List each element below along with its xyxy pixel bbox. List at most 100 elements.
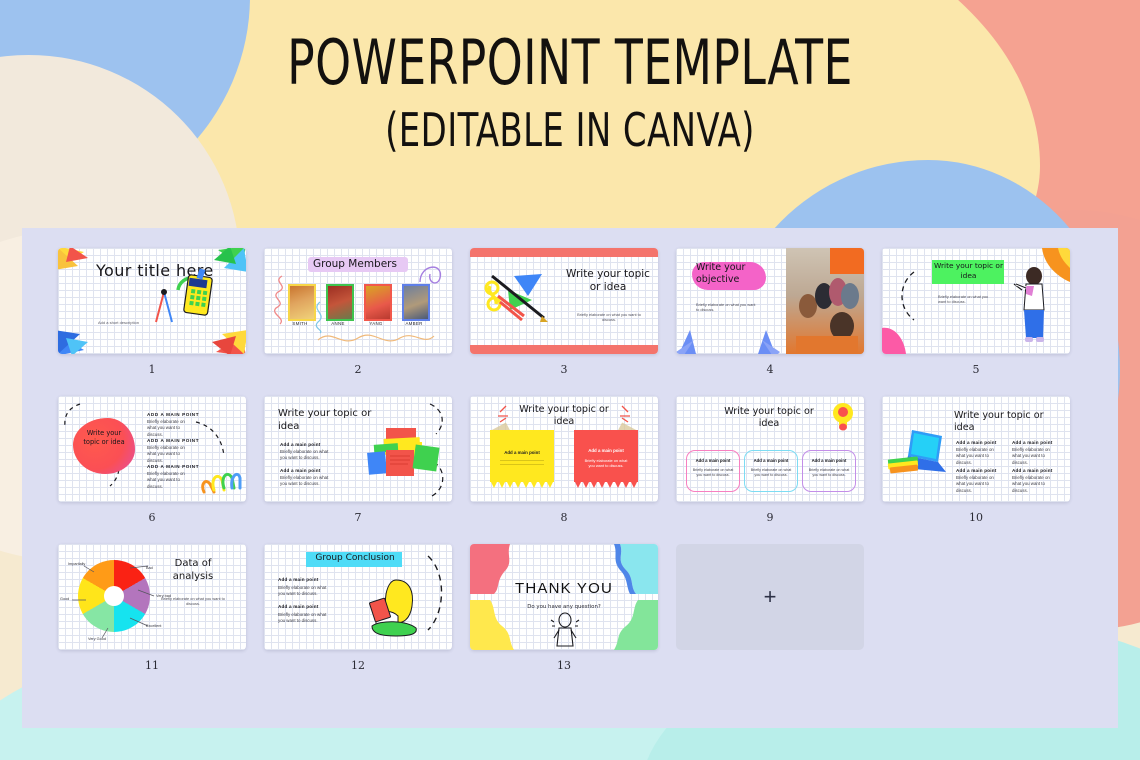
slide-gallery-panel: Your title here Add a short description … [22,228,1118,728]
chart-label: Very Good [88,637,106,641]
slide-title: Write your topic or idea [724,406,814,429]
slide-number: 8 [560,511,568,524]
slide-cell-3[interactable]: Write your topic or idea Briefly elabora… [470,248,658,376]
add-slide-button[interactable]: + [676,544,864,650]
slide-cell-8[interactable]: Write your topic or idea Add a main poin… [470,396,658,524]
point-heading: Add a main point [1012,468,1053,473]
slide-thumbnail-1[interactable]: Your title here Add a short description [58,248,246,354]
slide-subtitle: Briefly elaborate on what you want to di… [161,596,225,606]
leaf-shapes-icon [58,330,88,354]
dashed-arc-icon [901,271,915,321]
member-name: YANG [369,321,383,326]
point-body: Briefly elaborate on what you want to di… [1012,475,1050,493]
sticky-note-red: Add a main point Briefly elaborate on wh… [574,430,638,492]
point-body: Briefly elaborate on what you want to di… [692,468,734,478]
spark-lines-icon [498,405,508,423]
paperclips-icon [201,472,242,494]
slide-cell-9[interactable]: Write your topic or idea Add a main poin… [676,396,864,524]
person-illustration [550,612,580,647]
point-body: Briefly elaborate on what you want to di… [147,471,185,489]
slide-thumbnail-8[interactable]: Write your topic or idea Add a main poin… [470,396,658,502]
slide-title: Write your objective [696,262,746,285]
slide-thumbnail-11[interactable]: Bad Very bad Excellent Very Good Good Im… [58,544,246,650]
slide-thumbnail-10[interactable]: Write your topic or idea Add a main poin… [882,396,1070,502]
member-photo-frame [288,284,316,321]
slide-title: Write your topic or idea [519,404,609,427]
point-body: Briefly elaborate on what you want to di… [280,449,329,461]
slide-thumbnail-9[interactable]: Write your topic or idea Add a main poin… [676,396,864,502]
point-body: Briefly elaborate on what you want to di… [808,468,850,478]
chart-label: Good [60,597,70,601]
point-heading: ADD A MAIN POINT [147,412,200,417]
point-body: Briefly elaborate on what you want to di… [278,612,327,624]
blue-leaf-icon [758,330,780,354]
slide-thumbnail-6[interactable]: Write your topic or idea ADD A MAIN POIN… [58,396,246,502]
team-photo [786,248,864,354]
chart-label: Excellent [146,624,162,628]
slide-title: Write your topic or idea [83,429,125,446]
slide-title: Write your topic or idea [566,268,650,293]
compass-icon [155,289,173,323]
slide-thumbnail-7[interactable]: Write your topic or idea Add a main poin… [264,396,452,502]
scissors-pencil-icon [484,274,548,322]
point-body: Briefly elaborate on what you want to di… [750,468,792,478]
slide-thumbnail-3[interactable]: Write your topic or idea Briefly elabora… [470,248,658,354]
torn-paper-edge-top [470,248,658,257]
point-heading: ADD A MAIN POINT [147,464,200,469]
chart-label: Bad [146,566,153,570]
slide-cell-5[interactable]: Write your topic or idea Briefly elabora… [882,248,1070,376]
page-title: POWERPOINT TEMPLATE (EDITABLE IN CANVA) [0,28,1140,158]
slide-title: Write your topic or idea [954,410,1044,433]
note-heading: Add a main point [504,450,540,455]
calculator-icon [176,268,213,316]
reading-person-illustration [369,579,417,637]
point-body: Briefly elaborate on what you want to di… [956,475,994,493]
slide-cell-1[interactable]: Your title here Add a short description … [58,248,246,376]
slide-cell-6[interactable]: Write your topic or idea ADD A MAIN POIN… [58,396,246,524]
slide-thumbnail-5[interactable]: Write your topic or idea Briefly elabora… [882,248,1070,354]
blue-leaf-icon [676,330,696,354]
slide-number: 7 [354,511,362,524]
add-slide-cell[interactable]: + [676,544,864,672]
slide-number: 13 [557,659,571,672]
note-body: Briefly elaborate on what you want to di… [584,458,628,469]
member-name: AMBER [405,321,423,326]
slide-number: 4 [766,363,774,376]
point-heading: Add a main point [753,458,789,463]
slide-title: Group Conclusion [315,553,395,563]
slide-thumbnail-2[interactable]: Group Members SMITH ANNE YANG AMBER [264,248,452,354]
slide-cell-13[interactable]: THANK YOU Do you have any question? 13 [470,544,658,672]
member-name: SMITH [292,321,308,326]
slide-number: 2 [354,363,362,376]
slide-number: 5 [972,363,980,376]
lightbulb-icon [833,403,853,431]
sticky-notes-illustration [367,428,440,476]
slide-subtitle: Briefly elaborate on what you want to di… [577,312,641,322]
headline-line-1: POWERPOINT TEMPLATE [287,26,853,99]
point-heading: Add a main point [956,468,997,473]
slide-title: Data of analysis [172,558,214,582]
point-heading: Add a main point [1012,440,1053,445]
member-name: ANNE [331,321,345,326]
member-photo-frame [326,284,354,321]
slide-number: 3 [560,363,568,376]
point-heading: Add a main point [278,577,319,582]
slide-cell-11[interactable]: Bad Very bad Excellent Very Good Good Im… [58,544,246,672]
point-heading: ADD A MAIN POINT [147,438,200,443]
slide-cell-2[interactable]: Group Members SMITH ANNE YANG AMBER 2 [264,248,452,376]
pink-corner-shape [882,327,906,354]
torn-paper-edge-bottom [470,345,658,354]
presenter-illustration [1013,267,1045,342]
slide-thumbnail-4[interactable]: Write your objective Briefly elaborate o… [676,248,864,354]
point-body: Briefly elaborate on what you want to di… [956,447,994,465]
slide-number: 6 [148,511,156,524]
slide-title: Write your topic or idea [934,261,1003,280]
slide-cell-10[interactable]: Write your topic or idea Add a main poin… [882,396,1070,524]
slide-thumbnail-13[interactable]: THANK YOU Do you have any question? [470,544,658,650]
slide-thumbnail-12[interactable]: Group Conclusion Add a main point Briefl… [264,544,452,650]
slide-cell-4[interactable]: Write your objective Briefly elaborate o… [676,248,864,376]
plus-icon: + [763,584,777,609]
slide-cell-7[interactable]: Write your topic or idea Add a main poin… [264,396,452,524]
slide-cell-12[interactable]: Group Conclusion Add a main point Briefl… [264,544,452,672]
leaf-shapes-icon [212,330,246,354]
